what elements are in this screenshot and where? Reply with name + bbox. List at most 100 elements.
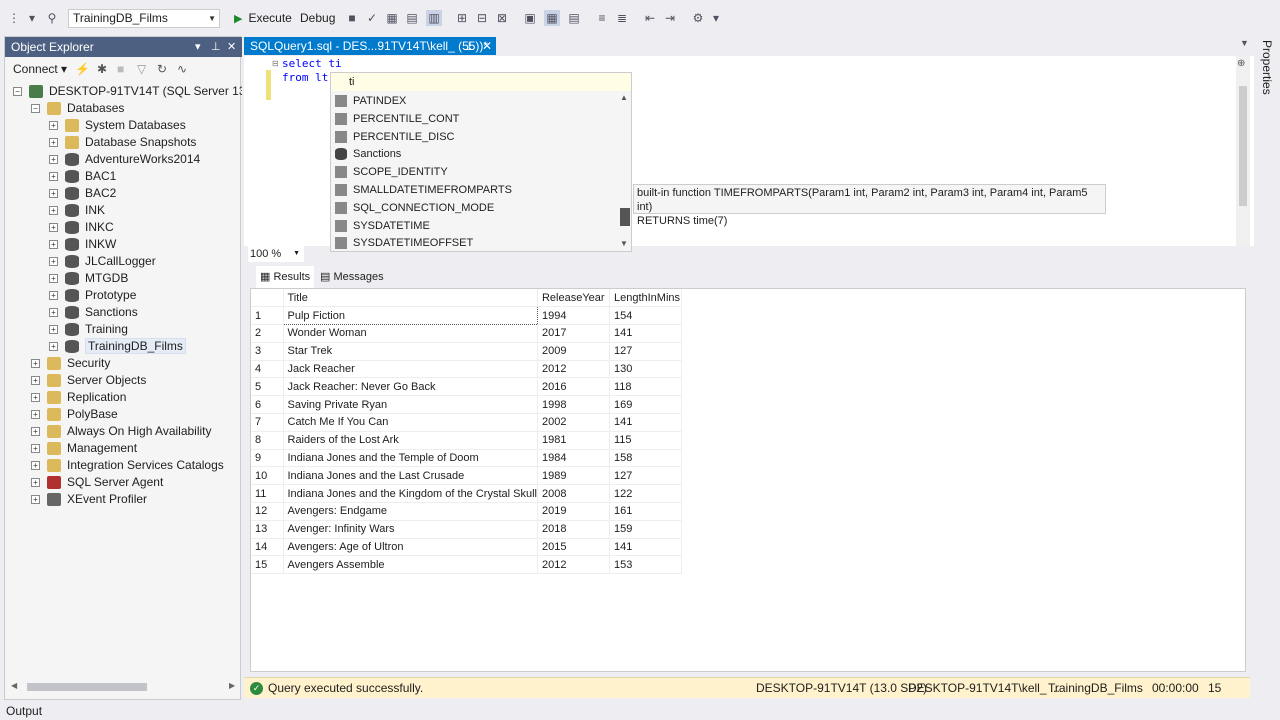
split-icon[interactable]: ⊕ — [1237, 58, 1245, 69]
table-cell[interactable]: Wonder Woman — [283, 324, 538, 343]
expand-icon[interactable]: + — [31, 359, 40, 369]
table-cell[interactable]: 141 — [609, 538, 682, 557]
table-cell[interactable]: 2016 — [537, 377, 610, 397]
table-row[interactable]: 9 Indiana Jones and the Temple of Doom 198… — [251, 449, 682, 468]
table-cell[interactable]: 2008 — [537, 484, 610, 504]
uncomment-icon[interactable]: ≣ — [614, 10, 630, 26]
expand-icon[interactable]: + — [31, 478, 40, 488]
table-cell[interactable]: Pulp Fiction — [282, 306, 538, 326]
expand-icon[interactable]: + — [49, 240, 58, 250]
stop-icon[interactable]: ■ — [344, 10, 360, 26]
table-cell[interactable]: 2017 — [537, 324, 610, 343]
properties-side-tab[interactable]: Properties — [1256, 36, 1280, 700]
scroll-thumb[interactable] — [620, 208, 630, 226]
execute-button[interactable]: ▶ Execute — [234, 9, 292, 27]
table-cell[interactable]: Avenger: Infinity Wars — [283, 520, 538, 539]
scroll-thumb[interactable] — [1239, 86, 1247, 206]
table-cell[interactable]: Avengers: Endgame — [283, 502, 538, 521]
connect-button[interactable]: Connect ▾ — [13, 58, 67, 80]
collapse-icon[interactable]: − — [31, 104, 40, 114]
connect-icon[interactable]: ⚡ — [75, 58, 90, 80]
table-cell[interactable]: Raiders of the Lost Ark — [283, 431, 538, 450]
results-file-icon[interactable]: ▤ — [566, 10, 582, 26]
table-cell[interactable]: 2009 — [537, 342, 610, 361]
table-cell[interactable]: 1998 — [537, 395, 610, 415]
intellisense-list[interactable]: ti PATINDEX PERCENTILE_CONT PERCENTILE_DIS… — [330, 72, 632, 252]
tree-node-database[interactable]: + Training — [49, 321, 128, 338]
specify-values-icon[interactable]: ⚙ — [690, 10, 706, 26]
toolbar-overflow-icon[interactable]: ▾ — [708, 10, 724, 26]
intellisense-item[interactable]: PERCENTILE_DISC — [335, 129, 454, 146]
table-row[interactable]: 2 Wonder Woman 2017 141 — [251, 324, 682, 343]
table-cell[interactable]: 154 — [609, 306, 682, 326]
tree-node-database[interactable]: + System Databases — [49, 117, 186, 134]
intellisense-item[interactable]: SYSDATETIMEOFFSET — [335, 235, 473, 252]
results-to-grid-icon[interactable]: ▤ — [404, 10, 420, 26]
results-text-icon[interactable]: ▣ — [522, 10, 538, 26]
tab-sqlquery1[interactable]: SQLQuery1.sql - DES...91TV14T\kell_ (55)… — [244, 37, 496, 55]
close-icon[interactable]: ✕ — [482, 37, 492, 55]
scroll-down-icon[interactable]: ▼ — [620, 239, 628, 248]
expand-icon[interactable]: + — [49, 172, 58, 182]
intellisense-item[interactable]: PERCENTILE_CONT — [335, 111, 459, 128]
table-row[interactable]: 4 Jack Reacher 2012 130 — [251, 360, 682, 379]
table-cell[interactable]: 127 — [609, 466, 682, 486]
tree-node-database[interactable]: + INK — [49, 202, 105, 219]
expand-icon[interactable]: + — [31, 376, 40, 386]
expand-icon[interactable]: + — [49, 257, 58, 267]
table-cell[interactable]: Jack Reacher: Never Go Back — [283, 377, 538, 397]
query-plan-icon[interactable]: ⊞ — [454, 10, 470, 26]
tree-node-database[interactable]: + Sanctions — [49, 304, 138, 321]
table-cell[interactable]: 118 — [609, 377, 682, 397]
scroll-thumb[interactable] — [27, 683, 147, 691]
live-stats-icon[interactable]: ⊟ — [474, 10, 490, 26]
expand-icon[interactable]: + — [49, 155, 58, 165]
expand-icon[interactable]: + — [31, 461, 40, 471]
tab-messages[interactable]: ▤ Messages — [320, 266, 384, 288]
expand-icon[interactable]: + — [49, 223, 58, 233]
intellisense-item[interactable]: SCOPE_IDENTITY — [335, 164, 448, 181]
scroll-left-icon[interactable]: ◀ — [11, 681, 17, 690]
expand-icon[interactable]: + — [49, 325, 58, 335]
table-row[interactable]: 12 Avengers: Endgame 2019 161 — [251, 502, 682, 521]
pin-icon[interactable]: ⊥ — [464, 37, 474, 55]
table-row[interactable]: 14 Avengers: Age of Ultron 2015 141 — [251, 538, 682, 557]
debug-button[interactable]: Debug — [300, 9, 335, 27]
tree-node-server-object[interactable]: + Always On High Availability — [31, 423, 212, 440]
tree-node-server-object[interactable]: + Integration Services Catalogs — [31, 457, 224, 474]
expand-icon[interactable]: + — [49, 308, 58, 318]
check-icon[interactable]: ✓ — [364, 10, 380, 26]
results-grid-icon[interactable]: ▦ — [544, 10, 560, 26]
table-row[interactable]: 5 Jack Reacher: Never Go Back 2016 118 — [251, 377, 682, 397]
tree-node-server-object[interactable]: + Replication — [31, 389, 126, 406]
tree-node-server-object[interactable]: + Server Objects — [31, 372, 146, 389]
table-row[interactable]: 7 Catch Me If You Can 2002 141 — [251, 413, 682, 432]
filter-icon[interactable]: ▽ — [137, 58, 146, 80]
table-row[interactable]: 15 Avengers Assemble 2012 153 — [251, 555, 682, 575]
table-cell[interactable]: 127 — [609, 342, 682, 361]
intellisense-scrollbar[interactable]: ▲ ▼ — [618, 93, 632, 251]
editor-vscroll[interactable]: ⊕ — [1236, 56, 1250, 246]
table-row[interactable]: 3 Star Trek 2009 127 — [251, 342, 682, 361]
activity-monitor-icon[interactable]: ∿ — [177, 58, 187, 80]
zoom-selector[interactable]: 100 % ▼ — [248, 246, 304, 262]
expand-icon[interactable]: + — [49, 189, 58, 199]
table-cell[interactable]: 2002 — [537, 413, 610, 432]
tree-node-databases[interactable]: − Databases — [31, 100, 124, 117]
client-stats-icon[interactable]: ⊠ — [494, 10, 510, 26]
table-cell[interactable]: 115 — [609, 431, 682, 450]
table-row[interactable]: 13 Avenger: Infinity Wars 2018 159 — [251, 520, 682, 539]
tree-node-server-object[interactable]: + SQL Server Agent — [31, 474, 163, 491]
intellisense-item[interactable]: SYSDATETIME — [335, 218, 430, 235]
outdent-icon[interactable]: ⇤ — [642, 10, 658, 26]
expand-icon[interactable]: + — [31, 427, 40, 437]
tree-node-database[interactable]: + JLCallLogger — [49, 253, 156, 270]
table-cell[interactable]: Indiana Jones and the Kingdom of the Cry… — [283, 484, 538, 504]
collapse-icon[interactable]: − — [13, 87, 22, 97]
results-grid[interactable]: Title ReleaseYear LengthInMins 1 Pulp Fic… — [250, 288, 1246, 672]
refresh-icon[interactable]: ↻ — [157, 58, 167, 80]
table-cell[interactable]: 153 — [609, 555, 682, 575]
intellisense-item[interactable]: Sanctions — [335, 146, 401, 163]
table-cell[interactable]: 2018 — [537, 520, 610, 539]
table-cell[interactable]: 169 — [609, 395, 682, 415]
